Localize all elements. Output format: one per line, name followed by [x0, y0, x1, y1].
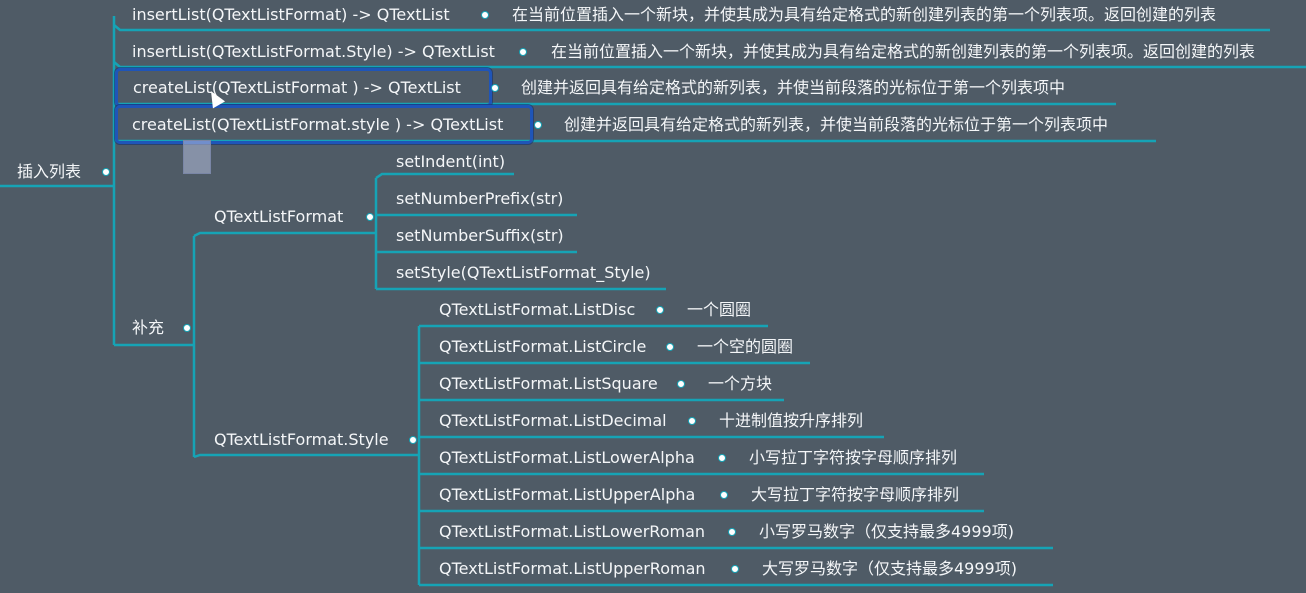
format-item-setnumberprefix[interactable]: setNumberPrefix(str): [396, 189, 563, 209]
style-item-listsquare[interactable]: QTextListFormat.ListSquare: [439, 374, 658, 394]
style-item-listupperalpha[interactable]: QTextListFormat.ListUpperAlpha: [439, 485, 695, 505]
format-item-connector: [375, 172, 514, 180]
style-item-dot: [656, 306, 664, 314]
method-node-insertlist-style[interactable]: insertList(QTextListFormat.Style) -> QTe…: [132, 42, 495, 62]
style-item-dot: [666, 343, 674, 351]
method-dot: [519, 48, 527, 56]
style-item-listcircle[interactable]: QTextListFormat.ListCircle: [439, 337, 646, 357]
method-connector: [113, 61, 1306, 69]
root-node-dot: [102, 168, 110, 176]
style-item-dot: [728, 528, 736, 536]
style-item-dot: [688, 417, 696, 425]
method-desc-createlist-format[interactable]: 创建并返回具有给定格式的新列表，并使当前段落的光标位于第一个列表项中: [521, 78, 1065, 98]
style-desc-listupperalpha[interactable]: 大写拉丁字符按字母顺序排列: [751, 485, 959, 505]
style-desc-listdisc[interactable]: 一个圆圈: [687, 300, 751, 320]
style-item-listlowerroman[interactable]: QTextListFormat.ListLowerRoman: [439, 522, 705, 542]
style-item-listloweralpha[interactable]: QTextListFormat.ListLowerAlpha: [439, 448, 695, 468]
root-node[interactable]: 插入列表: [17, 162, 81, 182]
format-item-setindent[interactable]: setIndent(int): [396, 152, 505, 172]
format-connector: [193, 231, 376, 238]
method-dot: [481, 11, 489, 19]
format-item-setstyle[interactable]: setStyle(QTextListFormat_Style): [396, 263, 651, 283]
mindmap-canvas: 插入列表 insertList(QTextListFormat) -> QTex…: [0, 0, 1306, 593]
method-desc-insertlist-format[interactable]: 在当前位置插入一个新块，并使其成为具有给定格式的新创建列表的第一个列表项。返回创…: [512, 5, 1216, 25]
style-item-dot: [720, 491, 728, 499]
format-node[interactable]: QTextListFormat: [214, 207, 343, 227]
style-item-listdisc[interactable]: QTextListFormat.ListDisc: [439, 300, 635, 320]
method-desc-insertlist-style[interactable]: 在当前位置插入一个新块，并使其成为具有给定格式的新创建列表的第一个列表项。返回创…: [551, 42, 1255, 62]
style-desc-listlowerroman[interactable]: 小写罗马数字（仅支持最多4999项): [759, 522, 1014, 542]
method-node-createlist-style[interactable]: createList(QTextListFormat.style ) -> QT…: [132, 115, 503, 135]
style-desc-listcircle[interactable]: 一个空的圆圈: [697, 337, 793, 357]
style-item-dot: [731, 565, 739, 573]
method-desc-createlist-style[interactable]: 创建并返回具有给定格式的新列表，并使当前段落的光标位于第一个列表项中: [564, 115, 1108, 135]
style-item-listupperroman[interactable]: QTextListFormat.ListUpperRoman: [439, 559, 706, 579]
style-desc-listupperroman[interactable]: 大写罗马数字（仅支持最多4999项): [762, 559, 1017, 579]
style-desc-listdecimal[interactable]: 十进制值按升序排列: [719, 411, 863, 431]
style-dot: [409, 436, 417, 444]
style-desc-listsquare[interactable]: 一个方块: [708, 374, 772, 394]
style-item-listdecimal[interactable]: QTextListFormat.ListDecimal: [439, 411, 667, 431]
method-node-createlist-format[interactable]: createList(QTextListFormat ) -> QTextLis…: [133, 78, 461, 98]
style-item-dot: [677, 380, 685, 388]
format-dot: [366, 213, 374, 221]
supplement-node[interactable]: 补充: [132, 318, 164, 338]
style-item-dot: [718, 454, 726, 462]
method-dot: [491, 84, 499, 92]
style-connector: [193, 453, 419, 459]
method-connector: [113, 24, 1270, 32]
text-selection-highlight: [183, 140, 211, 174]
method-node-insertlist-format[interactable]: insertList(QTextListFormat) -> QTextList: [132, 5, 450, 25]
style-desc-listloweralpha[interactable]: 小写拉丁字符按字母顺序排列: [749, 448, 957, 468]
method-dot: [534, 121, 542, 129]
supplement-dot: [183, 324, 191, 332]
style-node[interactable]: QTextListFormat.Style: [214, 430, 389, 450]
format-item-setnumbersuffix[interactable]: setNumberSuffix(str): [396, 226, 564, 246]
